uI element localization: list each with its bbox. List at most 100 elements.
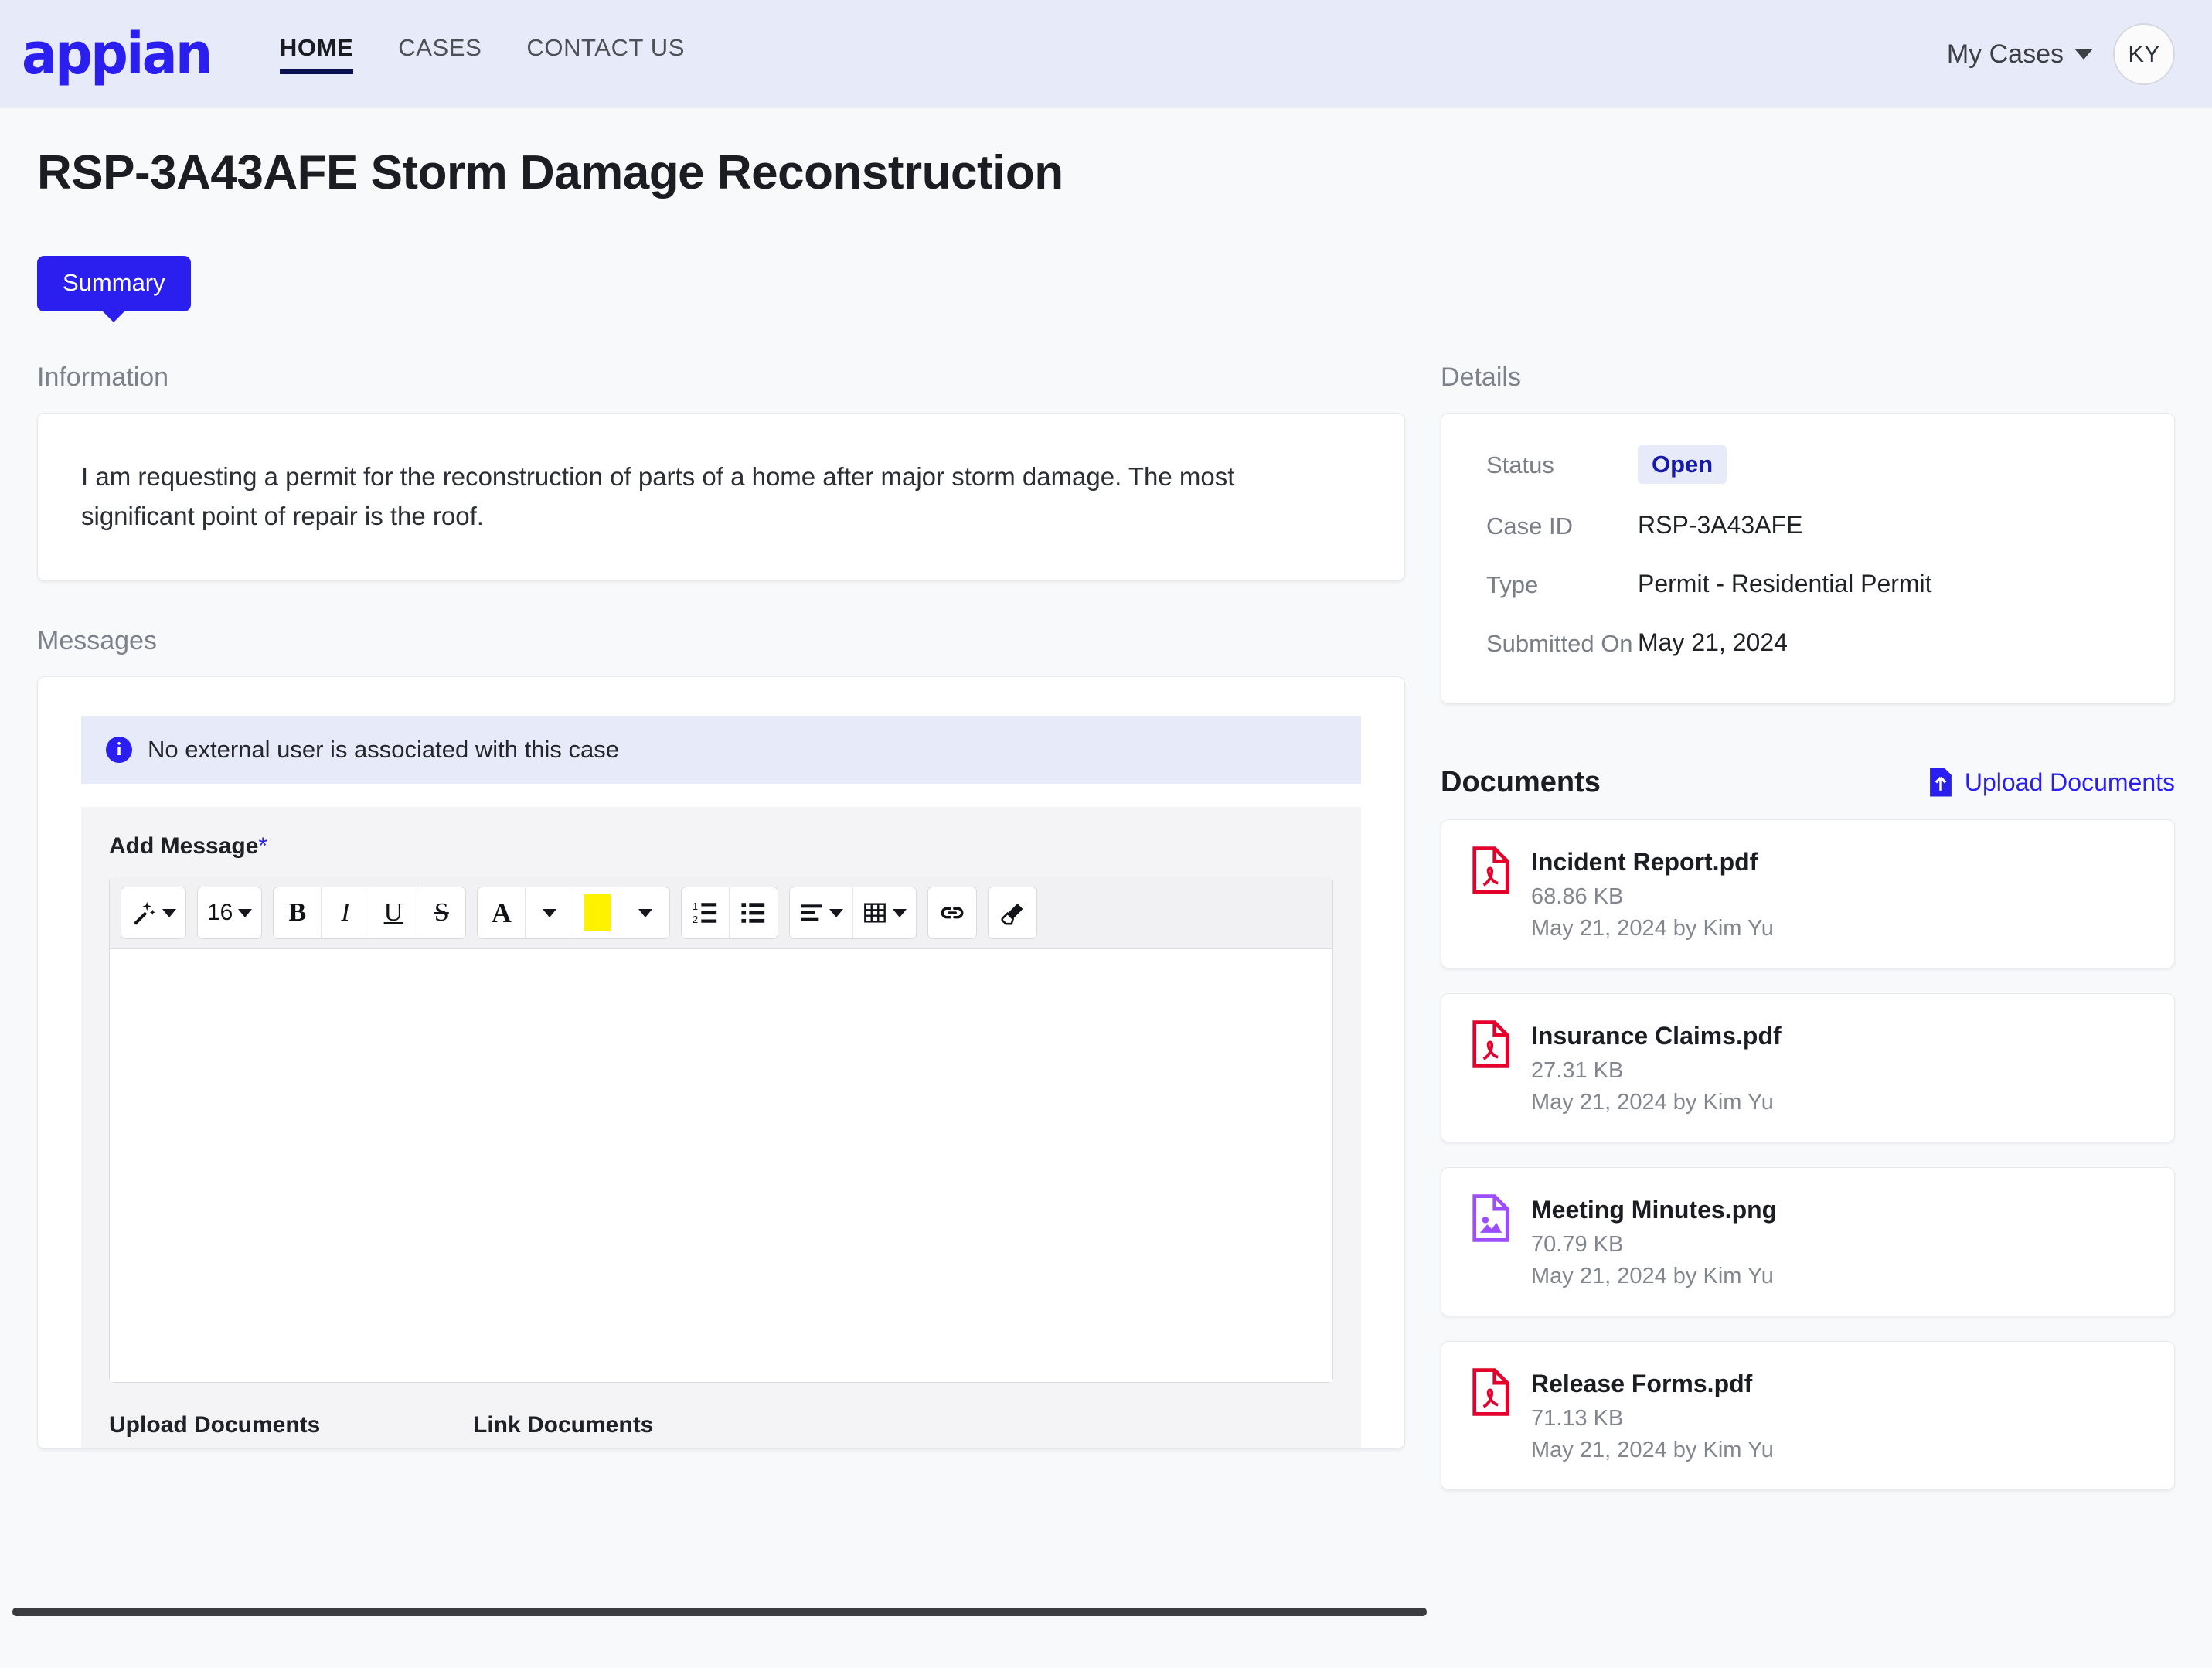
details-row-case-id: Case ID RSP-3A43AFE bbox=[1486, 510, 2129, 543]
left-column: Information I am requesting a permit for… bbox=[37, 363, 1405, 1515]
message-form-footer: Upload Documents UPLOAD bbox=[109, 1412, 1333, 1448]
pdf-file-icon bbox=[1472, 1367, 1509, 1416]
documents-title: Documents bbox=[1441, 765, 1601, 798]
messages-section: Messages i No external user is associate… bbox=[37, 626, 1405, 1450]
details-row-status: Status Open bbox=[1486, 445, 2129, 484]
my-cases-dropdown[interactable]: My Cases bbox=[1947, 39, 2093, 70]
eraser-icon bbox=[1001, 904, 1023, 925]
text-color-button[interactable]: A bbox=[478, 887, 526, 939]
rich-text-editor[interactable]: 16 B I U S A 1 2 bbox=[109, 877, 1333, 1384]
document-card[interactable]: Release Forms.pdf 71.13 KB May 21, 2024 … bbox=[1441, 1340, 2175, 1490]
document-name: Incident Report.pdf bbox=[1531, 847, 1758, 876]
upload-documents-label: Upload Documents bbox=[109, 1412, 321, 1438]
italic-button[interactable]: I bbox=[322, 887, 370, 939]
toolbar-group-lists: 1 2 bbox=[681, 887, 779, 940]
details-card: Status Open Case ID RSP-3A43AFE Type Per… bbox=[1441, 413, 2175, 704]
upload-documents-group: Upload Documents UPLOAD bbox=[109, 1412, 437, 1448]
chevron-down-icon bbox=[542, 908, 556, 917]
link-documents-label: Link Documents bbox=[473, 1412, 654, 1438]
tab-bar: Summary bbox=[37, 256, 2175, 322]
document-name: Insurance Claims.pdf bbox=[1531, 1021, 1782, 1050]
document-date: May 21, 2024 by Kim Yu bbox=[1531, 1089, 1774, 1115]
underline-button[interactable]: U bbox=[369, 887, 418, 939]
toolbar-group-font-size: 16 bbox=[197, 887, 263, 940]
details-key: Status bbox=[1486, 451, 1554, 478]
chevron-down-icon bbox=[829, 908, 844, 917]
document-meta: Meeting Minutes.png 70.79 KB May 21, 202… bbox=[1531, 1194, 1777, 1289]
horizontal-scrollbar[interactable] bbox=[12, 1608, 1427, 1616]
document-meta: Insurance Claims.pdf 27.31 KB May 21, 20… bbox=[1531, 1020, 1782, 1115]
document-date: May 21, 2024 by Kim Yu bbox=[1531, 1263, 1774, 1288]
details-key: Case ID bbox=[1486, 512, 1573, 540]
text-color-dropdown[interactable] bbox=[526, 887, 574, 939]
upload-file-icon bbox=[1929, 768, 1952, 797]
avatar[interactable]: KY bbox=[2113, 23, 2175, 85]
link-button[interactable] bbox=[928, 887, 977, 939]
chevron-down-icon bbox=[2074, 49, 2093, 60]
nav-item-cases[interactable]: CASES bbox=[398, 34, 482, 74]
toolbar-group-align-table bbox=[789, 887, 917, 940]
toolbar-group-link bbox=[927, 887, 978, 940]
editor-toolbar: 16 B I U S A 1 2 bbox=[110, 877, 1332, 950]
header-right-group: My Cases KY bbox=[1947, 23, 2175, 85]
details-key: Submitted On bbox=[1486, 629, 1633, 657]
font-size-value: 16 bbox=[207, 900, 233, 926]
strikethrough-button[interactable]: S bbox=[417, 887, 466, 939]
message-editor-input[interactable] bbox=[110, 949, 1332, 1383]
details-value: RSP-3A43AFE bbox=[1638, 511, 1803, 539]
document-meta: Release Forms.pdf 71.13 KB May 21, 2024 … bbox=[1531, 1368, 1774, 1463]
nav-item-contact-us[interactable]: CONTACT US bbox=[526, 34, 685, 74]
document-card[interactable]: Incident Report.pdf 68.86 KB May 21, 202… bbox=[1441, 819, 2175, 968]
document-meta: Incident Report.pdf 68.86 KB May 21, 202… bbox=[1531, 846, 1774, 941]
font-size-select[interactable]: 16 bbox=[198, 887, 262, 939]
my-cases-label: My Cases bbox=[1946, 39, 2064, 69]
details-row-type: Type Permit - Residential Permit bbox=[1486, 569, 2129, 601]
highlight-color-button[interactable] bbox=[573, 887, 622, 939]
highlight-swatch-icon bbox=[584, 894, 611, 932]
upload-documents-link[interactable]: Upload Documents bbox=[1928, 768, 2175, 797]
right-column: Details Status Open Case ID RSP-3A43AFE … bbox=[1441, 363, 2175, 1515]
form-actions: CANCEL ADD MESSAGE bbox=[961, 1412, 1333, 1448]
document-card[interactable]: Insurance Claims.pdf 27.31 KB May 21, 20… bbox=[1441, 992, 2175, 1142]
chevron-down-icon bbox=[893, 908, 907, 917]
documents-header: Documents Upload Documents bbox=[1441, 766, 2175, 799]
messages-card: i No external user is associated with th… bbox=[37, 676, 1405, 1450]
magic-wand-icon bbox=[134, 902, 155, 925]
pdf-file-icon bbox=[1472, 846, 1509, 894]
document-card[interactable]: Meeting Minutes.png 70.79 KB May 21, 202… bbox=[1441, 1166, 2175, 1316]
table-button[interactable] bbox=[853, 887, 917, 939]
tab-summary[interactable]: Summary bbox=[37, 256, 191, 322]
document-name: Meeting Minutes.png bbox=[1531, 1195, 1778, 1224]
document-size: 70.79 KB bbox=[1531, 1231, 1624, 1257]
toolbar-group-text-style: B I U S bbox=[273, 887, 467, 940]
bullet-list-button[interactable] bbox=[730, 887, 778, 939]
info-circle-icon: i bbox=[106, 737, 132, 764]
bullet-list-icon bbox=[741, 903, 765, 924]
app-header: appian HOME CASES CONTACT US My Cases KY bbox=[0, 0, 2212, 108]
chevron-down-icon bbox=[162, 908, 176, 917]
svg-text:2: 2 bbox=[693, 914, 698, 925]
align-button[interactable] bbox=[790, 887, 854, 939]
document-name: Release Forms.pdf bbox=[1531, 1369, 1753, 1397]
appian-logo[interactable]: appian bbox=[22, 26, 213, 83]
ordered-list-button[interactable]: 1 2 bbox=[682, 887, 730, 939]
documents-section: Documents Upload Documents Incident Repo… bbox=[1441, 766, 2175, 1490]
messages-section-label: Messages bbox=[37, 626, 157, 656]
banner-text: No external user is associated with this… bbox=[148, 736, 619, 764]
details-row-submitted-on: Submitted On May 21, 2024 bbox=[1486, 628, 2129, 660]
ordered-list-icon: 1 2 bbox=[693, 900, 717, 925]
chevron-down-icon bbox=[238, 908, 253, 917]
information-section-label: Information bbox=[37, 363, 169, 392]
document-size: 27.31 KB bbox=[1531, 1057, 1624, 1083]
link-icon bbox=[941, 907, 964, 919]
page-body: RSP-3A43AFE Storm Damage Reconstruction … bbox=[0, 145, 2212, 1515]
bold-button[interactable]: B bbox=[274, 887, 322, 939]
highlight-color-dropdown[interactable] bbox=[621, 887, 670, 939]
add-message-form: Add Message* 16 B I U S A 1 2 Upload Doc… bbox=[81, 807, 1361, 1449]
clear-format-button[interactable] bbox=[989, 887, 1037, 939]
align-left-icon bbox=[801, 904, 822, 921]
magic-wand-button[interactable] bbox=[121, 887, 185, 939]
nav-item-home[interactable]: HOME bbox=[279, 34, 354, 74]
svg-text:1: 1 bbox=[693, 900, 698, 912]
document-size: 71.13 KB bbox=[1531, 1405, 1624, 1431]
